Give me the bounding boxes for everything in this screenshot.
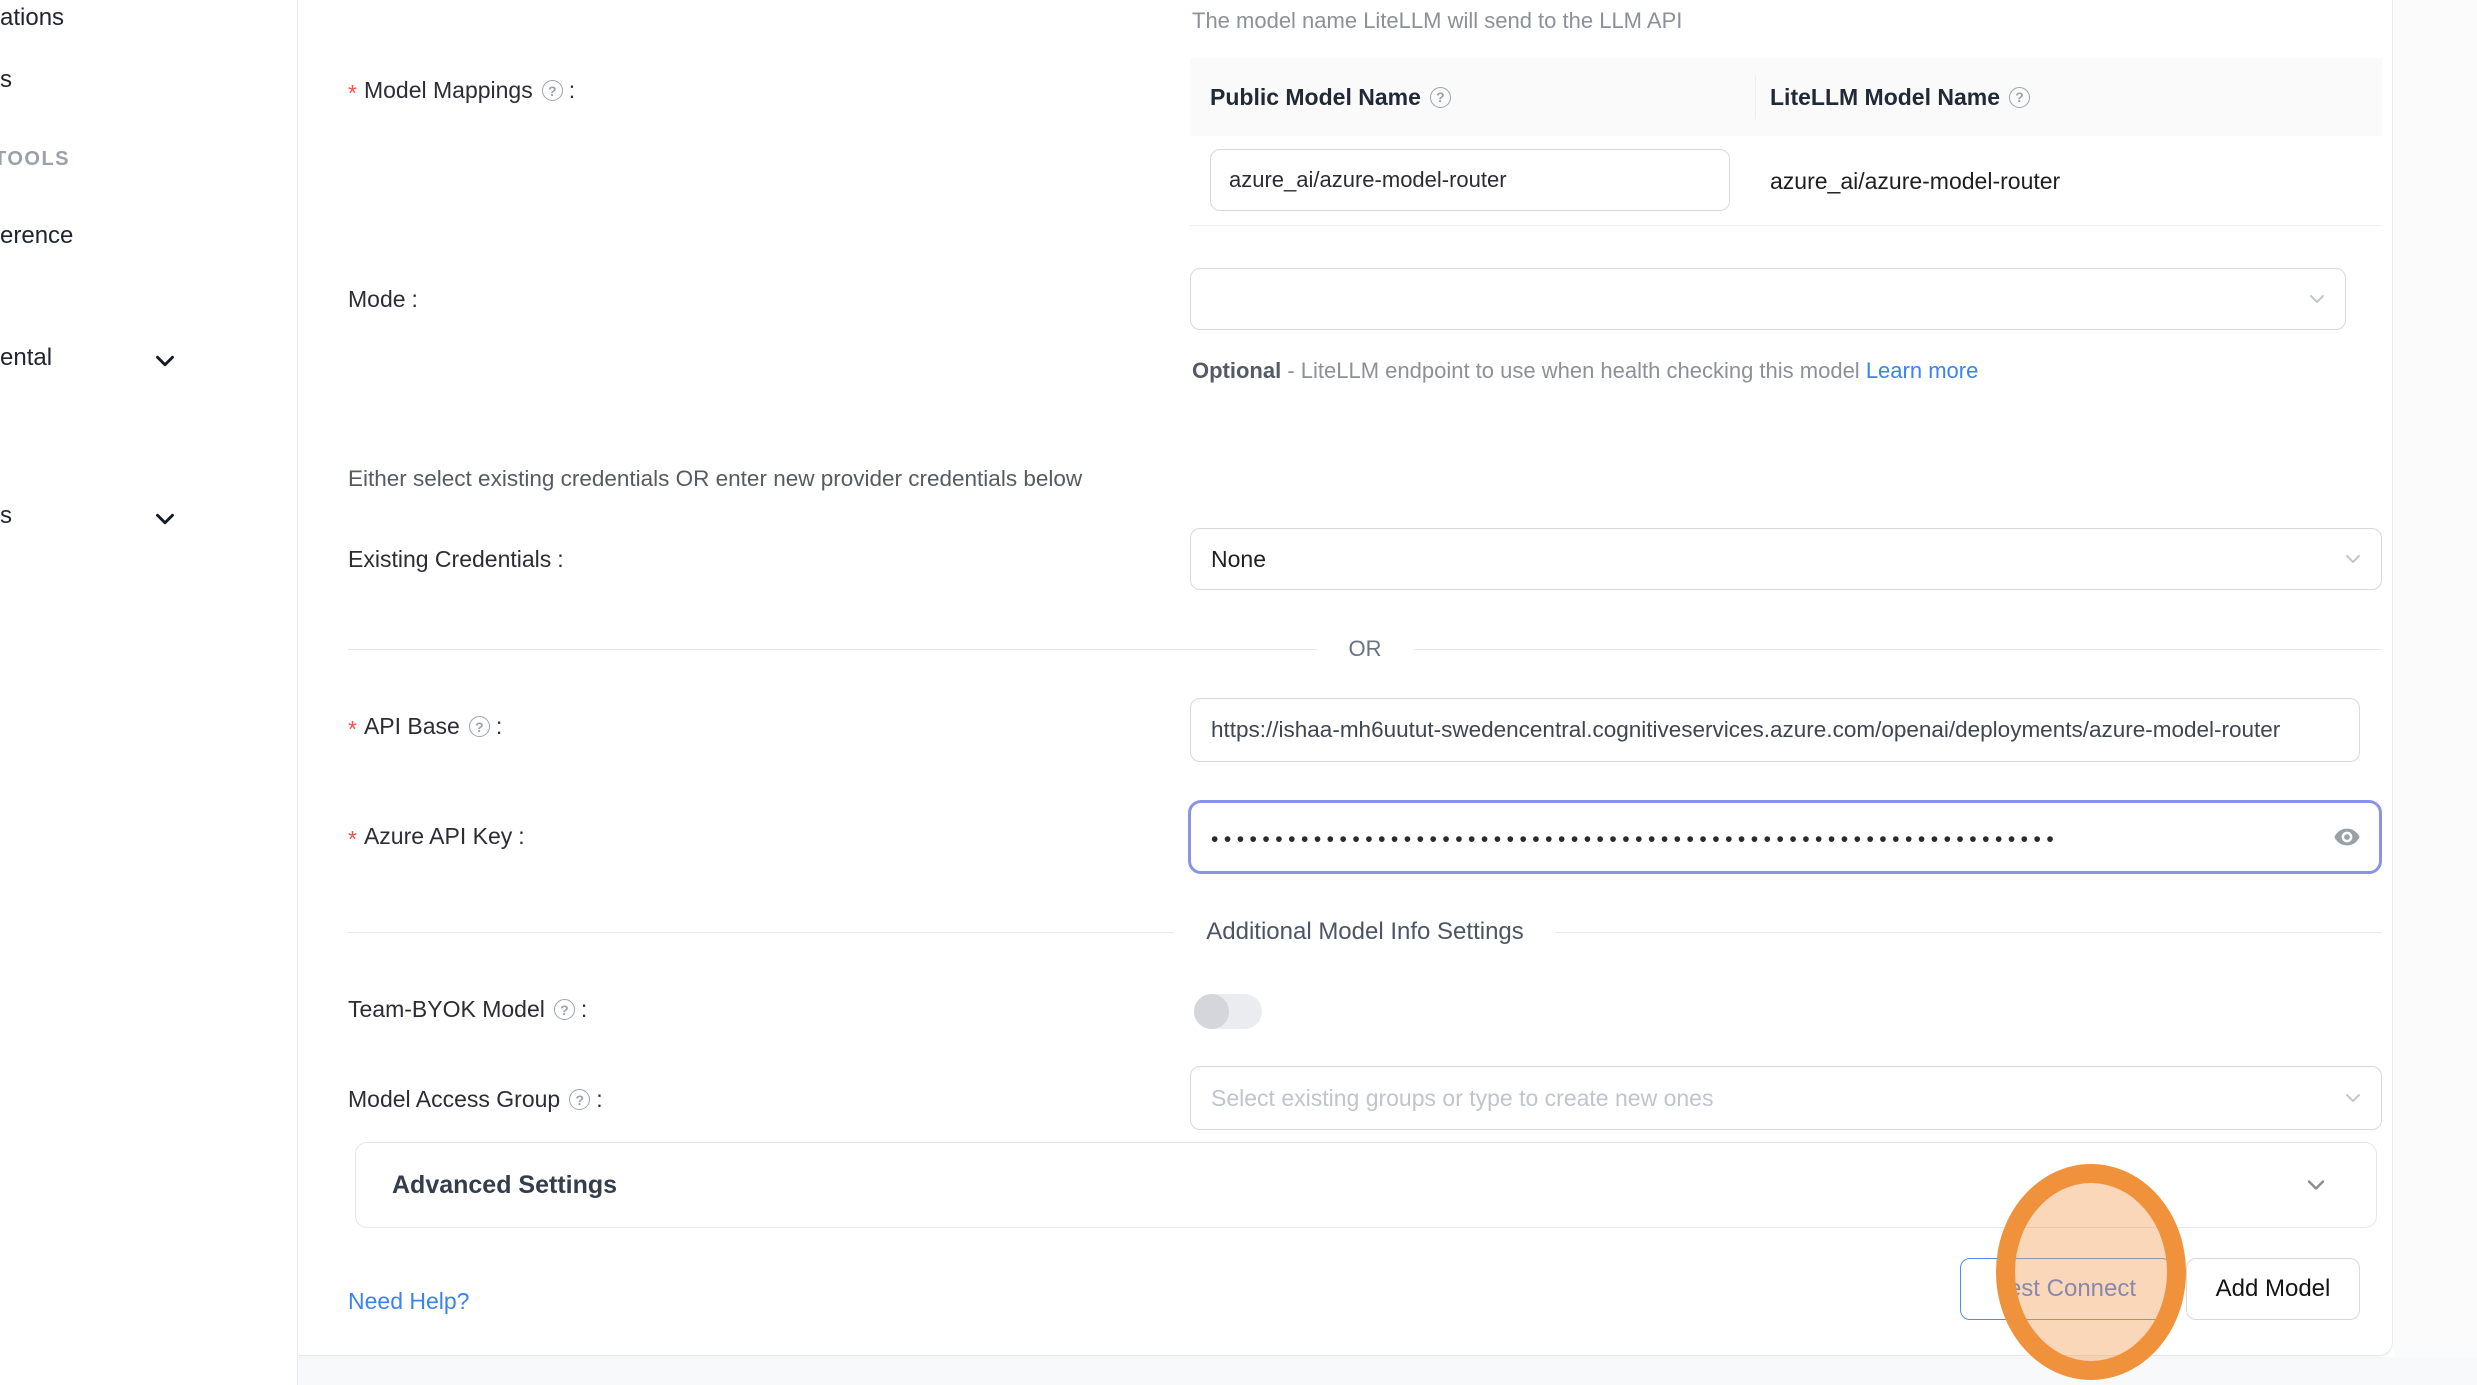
advanced-settings-title: Advanced Settings bbox=[392, 1171, 2302, 1200]
chevron-down-icon bbox=[2302, 1171, 2330, 1199]
divider-line bbox=[348, 932, 1174, 933]
sidebar-item-2[interactable]: s bbox=[0, 66, 12, 94]
chevron-down-icon bbox=[2305, 287, 2329, 311]
add-model-form: The model name LiteLLM will send to the … bbox=[298, 0, 2393, 1356]
litellm-model-name-header-text: LiteLLM Model Name bbox=[1770, 84, 2000, 111]
existing-credentials-label: Existing Credentials : bbox=[348, 546, 564, 573]
show-password-eye-icon[interactable] bbox=[2333, 823, 2361, 851]
model-name-hint: The model name LiteLLM will send to the … bbox=[1192, 8, 1682, 34]
additional-settings-divider-label: Additional Model Info Settings bbox=[1206, 918, 1524, 946]
mode-help-text: Optional - LiteLLM endpoint to use when … bbox=[1192, 350, 2022, 391]
sidebar-item-5-label: s bbox=[0, 502, 12, 529]
or-divider: OR bbox=[348, 636, 2382, 662]
colon: : bbox=[496, 713, 502, 740]
chevron-down-icon bbox=[2341, 1086, 2365, 1110]
sidebar-section-tools: TOOLS bbox=[0, 148, 70, 171]
mappings-table-header: Public Model Name ? LiteLLM Model Name ? bbox=[1190, 58, 2382, 136]
colon: : bbox=[581, 996, 587, 1023]
divider-line bbox=[1556, 932, 2382, 933]
colon: : bbox=[596, 1086, 602, 1113]
credentials-note: Either select existing credentials OR en… bbox=[348, 466, 1082, 492]
page-bottom-margin bbox=[298, 1357, 2477, 1385]
add-model-button[interactable]: Add Model bbox=[2186, 1258, 2360, 1320]
need-help-link[interactable]: Need Help? bbox=[348, 1288, 469, 1315]
api-base-label-text: API Base bbox=[364, 713, 460, 740]
public-model-name-header-text: Public Model Name bbox=[1210, 84, 1421, 111]
public-model-name-input[interactable] bbox=[1210, 149, 1730, 211]
mode-help-body: - LiteLLM endpoint to use when health ch… bbox=[1281, 358, 1866, 383]
colon: : bbox=[518, 823, 524, 850]
team-byok-label: Team-BYOK Model ? : bbox=[348, 996, 587, 1023]
sidebar-item-5[interactable]: s bbox=[0, 502, 12, 530]
learn-more-link[interactable]: Learn more bbox=[1866, 358, 1979, 383]
api-base-value: https://ishaa-mh6uutut-swedencentral.cog… bbox=[1211, 717, 2280, 743]
litellm-model-name-value: azure_ai/azure-model-router bbox=[1770, 136, 2060, 226]
mappings-table-row: azure_ai/azure-model-router bbox=[1190, 136, 2382, 226]
sidebar: ations s TOOLS erence ental s bbox=[0, 0, 298, 1385]
colon: : bbox=[569, 77, 575, 104]
azure-api-key-label: * Azure API Key : bbox=[348, 822, 525, 851]
sidebar-item-4[interactable]: ental bbox=[0, 344, 52, 372]
existing-credentials-value: None bbox=[1211, 546, 1266, 573]
sidebar-item-3[interactable]: erence bbox=[0, 222, 73, 250]
model-access-group-label: Model Access Group ? : bbox=[348, 1086, 603, 1113]
required-marker: * bbox=[348, 822, 357, 851]
chevron-down-icon bbox=[150, 504, 180, 534]
advanced-settings-panel[interactable]: Advanced Settings bbox=[355, 1142, 2377, 1228]
azure-api-key-label-text: Azure API Key bbox=[364, 823, 512, 850]
mode-select[interactable] bbox=[1190, 268, 2346, 330]
model-mappings-label-text: Model Mappings bbox=[364, 77, 533, 104]
chevron-down-icon bbox=[150, 346, 180, 376]
chevron-down-icon bbox=[2341, 547, 2365, 571]
divider-line bbox=[1414, 649, 2383, 650]
help-question-icon[interactable]: ? bbox=[569, 1089, 590, 1110]
sidebar-item-1-label: ations bbox=[0, 4, 64, 31]
model-access-group-label-text: Model Access Group bbox=[348, 1086, 560, 1113]
api-base-label: * API Base ? : bbox=[348, 712, 502, 741]
model-mappings-label: * Model Mappings ? : bbox=[348, 76, 575, 105]
model-mappings-table: Public Model Name ? LiteLLM Model Name ?… bbox=[1190, 58, 2382, 226]
mode-label-text: Mode bbox=[348, 286, 406, 313]
litellm-model-name-header: LiteLLM Model Name ? bbox=[1756, 84, 2382, 111]
team-byok-toggle[interactable] bbox=[1194, 994, 1262, 1029]
colon: : bbox=[412, 286, 418, 313]
existing-credentials-select[interactable]: None bbox=[1190, 528, 2382, 590]
sidebar-item-3-label: erence bbox=[0, 222, 73, 249]
masked-api-key-value: ••••••••••••••••••••••••••••••••••••••••… bbox=[1211, 822, 2059, 852]
page-right-margin bbox=[2394, 0, 2477, 1385]
azure-api-key-input[interactable]: ••••••••••••••••••••••••••••••••••••••••… bbox=[1188, 800, 2382, 874]
sidebar-item-1[interactable]: ations bbox=[0, 4, 64, 32]
test-connect-button[interactable]: Test Connect bbox=[1960, 1258, 2172, 1320]
help-question-icon[interactable]: ? bbox=[469, 716, 490, 737]
help-question-icon[interactable]: ? bbox=[542, 80, 563, 101]
help-question-icon[interactable]: ? bbox=[2009, 87, 2030, 108]
additional-settings-divider: Additional Model Info Settings bbox=[348, 918, 2382, 946]
or-divider-label: OR bbox=[1349, 636, 1382, 662]
colon: : bbox=[557, 546, 563, 573]
public-model-name-header: Public Model Name ? bbox=[1190, 75, 1756, 119]
existing-credentials-label-text: Existing Credentials bbox=[348, 546, 551, 573]
divider-line bbox=[348, 649, 1317, 650]
required-marker: * bbox=[348, 76, 357, 105]
mode-help-bold: Optional bbox=[1192, 358, 1281, 383]
sidebar-item-4-label: ental bbox=[0, 344, 52, 371]
required-marker: * bbox=[348, 712, 357, 741]
help-question-icon[interactable]: ? bbox=[1430, 87, 1451, 108]
model-access-group-select[interactable] bbox=[1190, 1066, 2382, 1130]
api-base-input[interactable]: https://ishaa-mh6uutut-swedencentral.cog… bbox=[1190, 698, 2360, 762]
model-access-group-input[interactable] bbox=[1211, 1085, 2325, 1112]
mode-label: Mode : bbox=[348, 286, 418, 313]
toggle-knob bbox=[1194, 994, 1229, 1029]
team-byok-label-text: Team-BYOK Model bbox=[348, 996, 545, 1023]
sidebar-item-2-label: s bbox=[0, 66, 12, 93]
help-question-icon[interactable]: ? bbox=[554, 999, 575, 1020]
